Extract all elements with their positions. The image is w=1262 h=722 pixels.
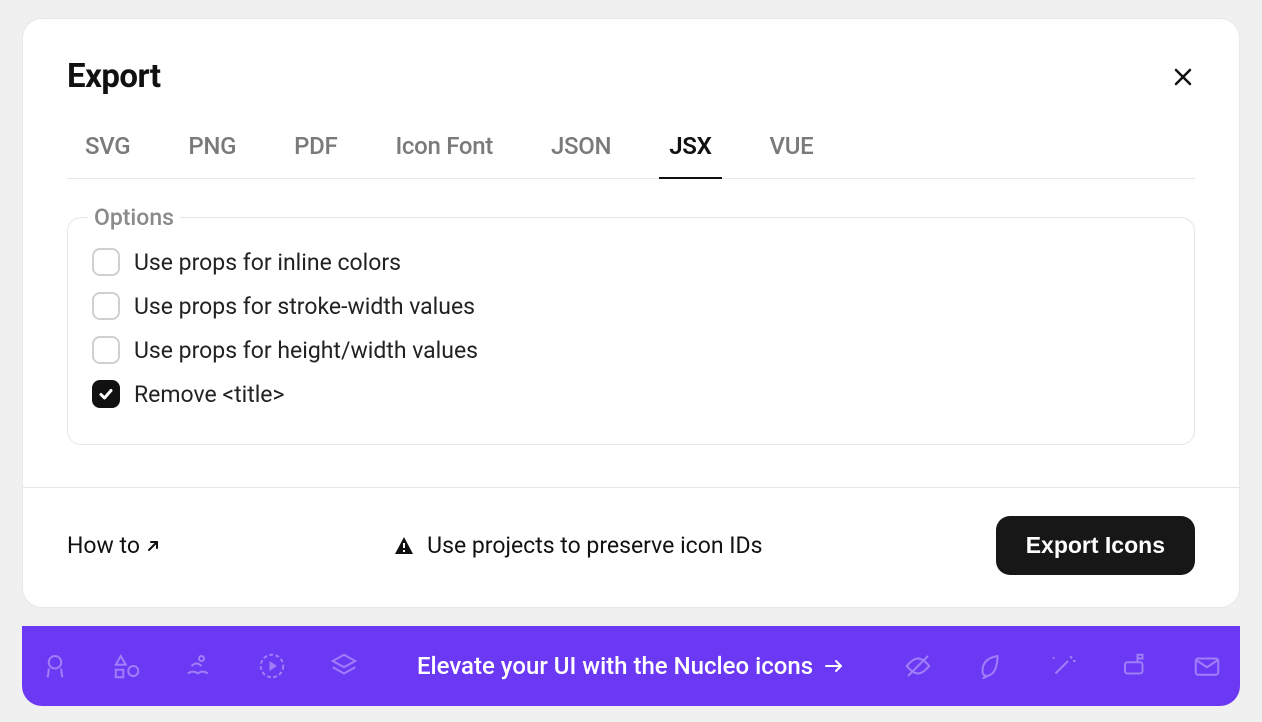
how-to-label: How to: [67, 532, 140, 559]
how-to-link[interactable]: How to: [67, 532, 160, 559]
eye-off-icon: [903, 651, 933, 681]
modal-header: Export: [67, 57, 1195, 96]
checkbox-stroke-width[interactable]: [92, 292, 120, 320]
layers-icon: [329, 651, 359, 681]
checkbox-remove-title[interactable]: [92, 380, 120, 408]
mail-icon: [1192, 651, 1222, 681]
hint-text: Use projects to preserve icon IDs: [427, 532, 762, 559]
magic-wand-icon: [1048, 651, 1078, 681]
checkbox-inline-colors[interactable]: [92, 248, 120, 276]
option-label: Use props for inline colors: [134, 249, 401, 276]
tab-vue[interactable]: VUE: [766, 126, 818, 178]
head-icon: [40, 651, 70, 681]
option-inline-colors: Use props for inline colors: [92, 240, 1170, 284]
option-label: Use props for stroke-width values: [134, 293, 475, 320]
banner-content: Elevate your UI with the Nucleo icons: [417, 652, 845, 680]
arrow-right-icon: [823, 655, 845, 677]
mailbox-icon: [1120, 651, 1150, 681]
export-icons-button[interactable]: Export Icons: [996, 516, 1195, 575]
promo-banner[interactable]: Elevate your UI with the Nucleo icons: [22, 626, 1240, 706]
tab-pdf[interactable]: PDF: [290, 126, 341, 178]
option-height-width: Use props for height/width values: [92, 328, 1170, 372]
modal-title: Export: [67, 57, 161, 96]
close-icon: [1172, 66, 1194, 88]
modal-footer: How to Use projects to preserve icon IDs…: [23, 487, 1239, 607]
play-circle-icon: [257, 651, 287, 681]
option-remove-title: Remove <title>: [92, 372, 1170, 416]
warning-icon: [393, 535, 415, 557]
option-label: Use props for height/width values: [134, 337, 478, 364]
export-modal: Export SVG PNG PDF Icon Font JSON JSX VU…: [22, 18, 1240, 608]
tab-icon-font[interactable]: Icon Font: [391, 126, 497, 178]
options-legend: Options: [88, 204, 180, 231]
banner-text: Elevate your UI with the Nucleo icons: [417, 652, 813, 680]
option-stroke-width: Use props for stroke-width values: [92, 284, 1170, 328]
tab-jsx[interactable]: JSX: [665, 126, 715, 178]
tab-svg[interactable]: SVG: [81, 126, 134, 178]
checkbox-height-width[interactable]: [92, 336, 120, 364]
close-button[interactable]: [1171, 65, 1195, 89]
tab-json[interactable]: JSON: [547, 126, 615, 178]
option-label: Remove <title>: [134, 381, 285, 408]
shapes-icon: [112, 651, 142, 681]
leaf-icon: [975, 651, 1005, 681]
tab-png[interactable]: PNG: [184, 126, 240, 178]
footer-hint: Use projects to preserve icon IDs: [393, 532, 762, 559]
swim-icon: [184, 651, 214, 681]
modal-body: Export SVG PNG PDF Icon Font JSON JSX VU…: [23, 19, 1239, 487]
external-link-icon: [146, 539, 160, 553]
export-tabs: SVG PNG PDF Icon Font JSON JSX VUE: [67, 126, 1195, 179]
options-fieldset: Options Use props for inline colors Use …: [67, 217, 1195, 445]
check-icon: [98, 386, 114, 402]
